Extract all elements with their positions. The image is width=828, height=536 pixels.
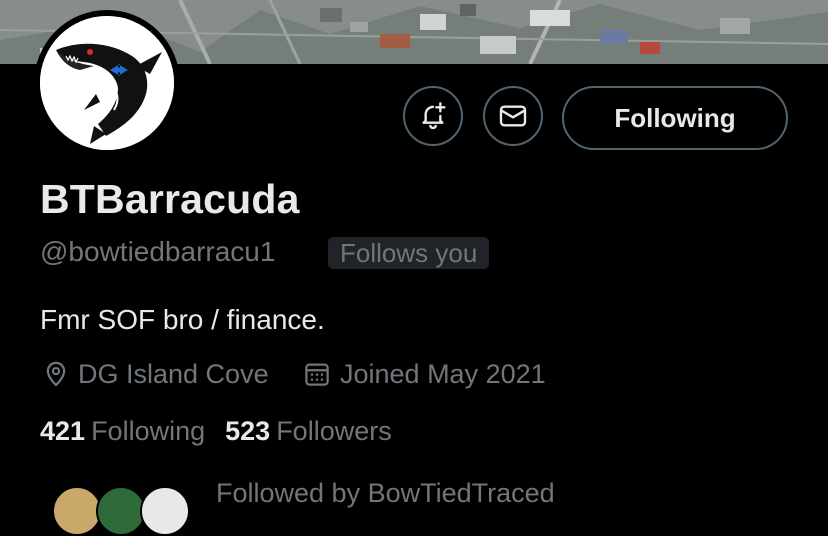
location-text: DG Island Cove — [78, 358, 269, 389]
followed-by-avatar[interactable] — [52, 486, 102, 536]
followers-count: 523 — [225, 416, 271, 446]
following-button[interactable]: Following — [562, 86, 788, 150]
following-count-link[interactable]: 421 Following — [40, 416, 205, 447]
profile-joined-date: Joined May 2021 — [302, 356, 546, 392]
followed-by-text[interactable]: Followed by BowTiedTraced — [216, 478, 555, 509]
followed-by-avatar[interactable] — [96, 486, 146, 536]
profile-stats: 421 Following 523 Followers — [40, 416, 392, 447]
following-label: Following — [91, 416, 206, 446]
mail-icon — [499, 105, 527, 127]
joined-text: Joined May 2021 — [340, 358, 546, 389]
bell-plus-icon — [422, 102, 446, 130]
notifications-button[interactable] — [403, 86, 463, 146]
follows-you-badge: Follows you — [328, 237, 490, 269]
profile-avatar[interactable] — [34, 10, 180, 156]
followers-count-link[interactable]: 523 Followers — [225, 416, 392, 447]
location-pin-icon — [46, 361, 66, 387]
message-button[interactable] — [483, 86, 543, 146]
followed-by-avatar[interactable] — [140, 486, 190, 536]
avatar-image — [40, 16, 174, 150]
followers-label: Followers — [276, 416, 392, 446]
following-count: 421 — [40, 416, 86, 446]
profile-location: DG Island Cove — [42, 356, 269, 392]
user-handle: @bowtiedbarracu1 — [40, 236, 276, 267]
display-name: BTBarracuda — [40, 176, 300, 222]
barracuda-logo — [40, 16, 174, 150]
calendar-icon — [305, 363, 329, 386]
profile-bio: Fmr SOF bro / finance. — [40, 304, 325, 335]
